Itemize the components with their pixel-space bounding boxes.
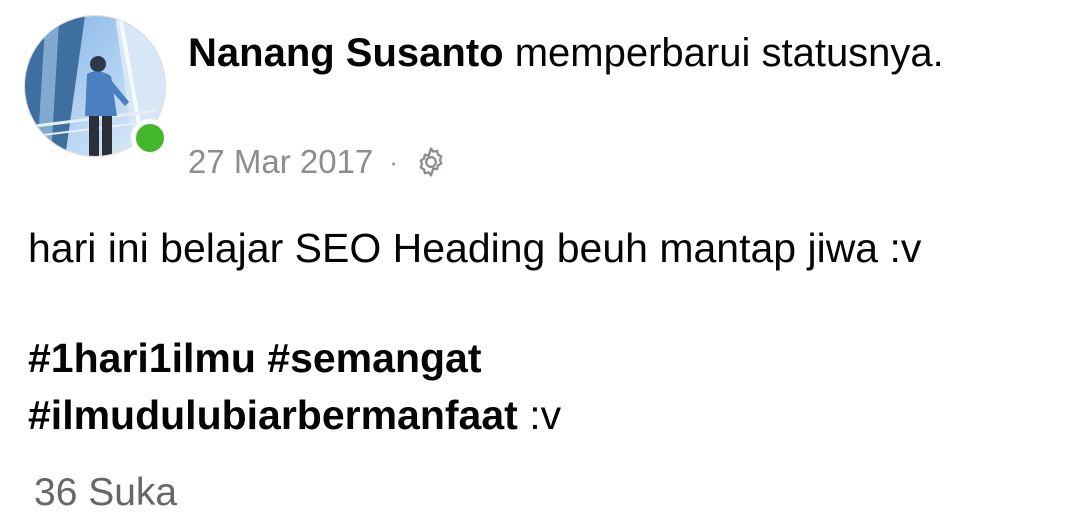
hashtag-link[interactable]: #ilmudulubiarbermanfaat	[28, 392, 518, 438]
post-text-suffix: :v	[517, 392, 562, 438]
post-hashtags: #1hari1ilmu #semangat #ilmudulubiarberma…	[28, 330, 1068, 444]
online-status-indicator	[131, 119, 169, 157]
author-name-link[interactable]: Nanang Susanto	[188, 31, 504, 75]
status-post: Nanang Susanto memperbarui statusnya. 27…	[0, 0, 1080, 522]
like-count[interactable]: 36 Suka	[34, 468, 177, 518]
gear-icon[interactable]	[414, 145, 448, 179]
post-header: Nanang Susanto memperbarui statusnya.	[188, 30, 1048, 77]
post-meta: 27 Mar 2017 ·	[188, 139, 448, 185]
post-text: hari ini belajar SEO Heading beuh mantap…	[28, 225, 922, 271]
post-action-text: memperbarui statusnya.	[503, 31, 944, 75]
hashtag-link[interactable]: #1hari1ilmu #semangat	[28, 335, 481, 381]
meta-separator: ·	[389, 146, 398, 177]
author-avatar-container[interactable]	[24, 15, 172, 163]
post-timestamp[interactable]: 27 Mar 2017	[188, 143, 373, 181]
